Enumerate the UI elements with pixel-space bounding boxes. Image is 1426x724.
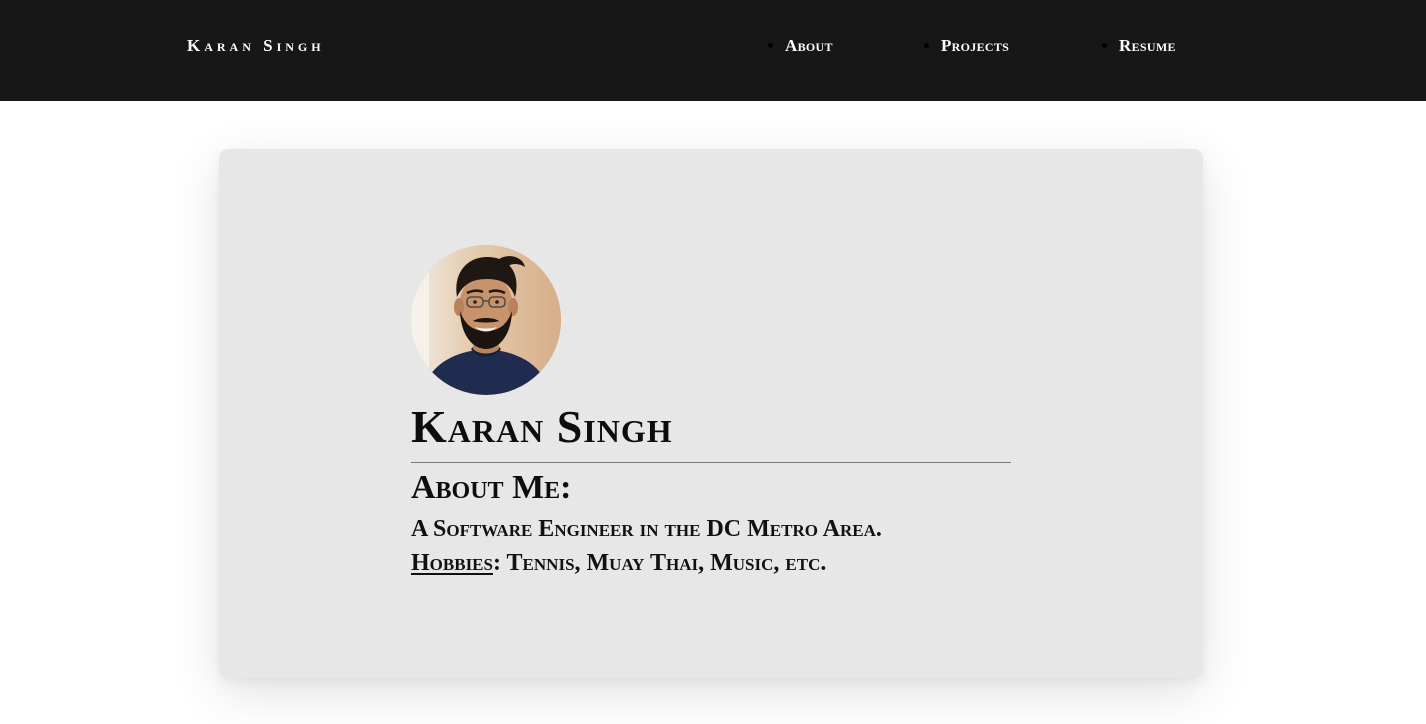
nav-link-label: Projects (941, 36, 1010, 55)
hobbies-separator: : (492, 550, 507, 576)
nav-link-resume[interactable]: Resume (1102, 36, 1176, 56)
nav-link-label: Resume (1119, 36, 1176, 55)
bullet-icon (924, 43, 929, 48)
navbar: Karan Singh About Projects Resume (0, 0, 1426, 101)
nav-link-label: About (785, 36, 833, 55)
divider (411, 462, 1011, 463)
avatar-portrait-icon (411, 245, 561, 395)
tagline: A Software Engineer in the DC Metro Area… (411, 516, 882, 542)
profile-card: Karan Singh About Me: A Software Enginee… (219, 149, 1203, 678)
bullet-icon (768, 43, 773, 48)
avatar (411, 245, 561, 395)
nav-menu: About Projects Resume (0, 36, 1426, 56)
bullet-icon (1102, 43, 1107, 48)
hobbies-value: Tennis, Muay Thai, Music, etc. (506, 550, 827, 576)
nav-link-projects[interactable]: Projects (924, 36, 1010, 56)
hobbies-line: Hobbies: Tennis, Muay Thai, Music, etc. (411, 547, 826, 579)
nav-link-about[interactable]: About (768, 36, 833, 56)
about-heading: About Me: (411, 469, 572, 506)
hobbies-label: Hobbies (411, 550, 493, 576)
profile-name: Karan Singh (411, 401, 673, 452)
